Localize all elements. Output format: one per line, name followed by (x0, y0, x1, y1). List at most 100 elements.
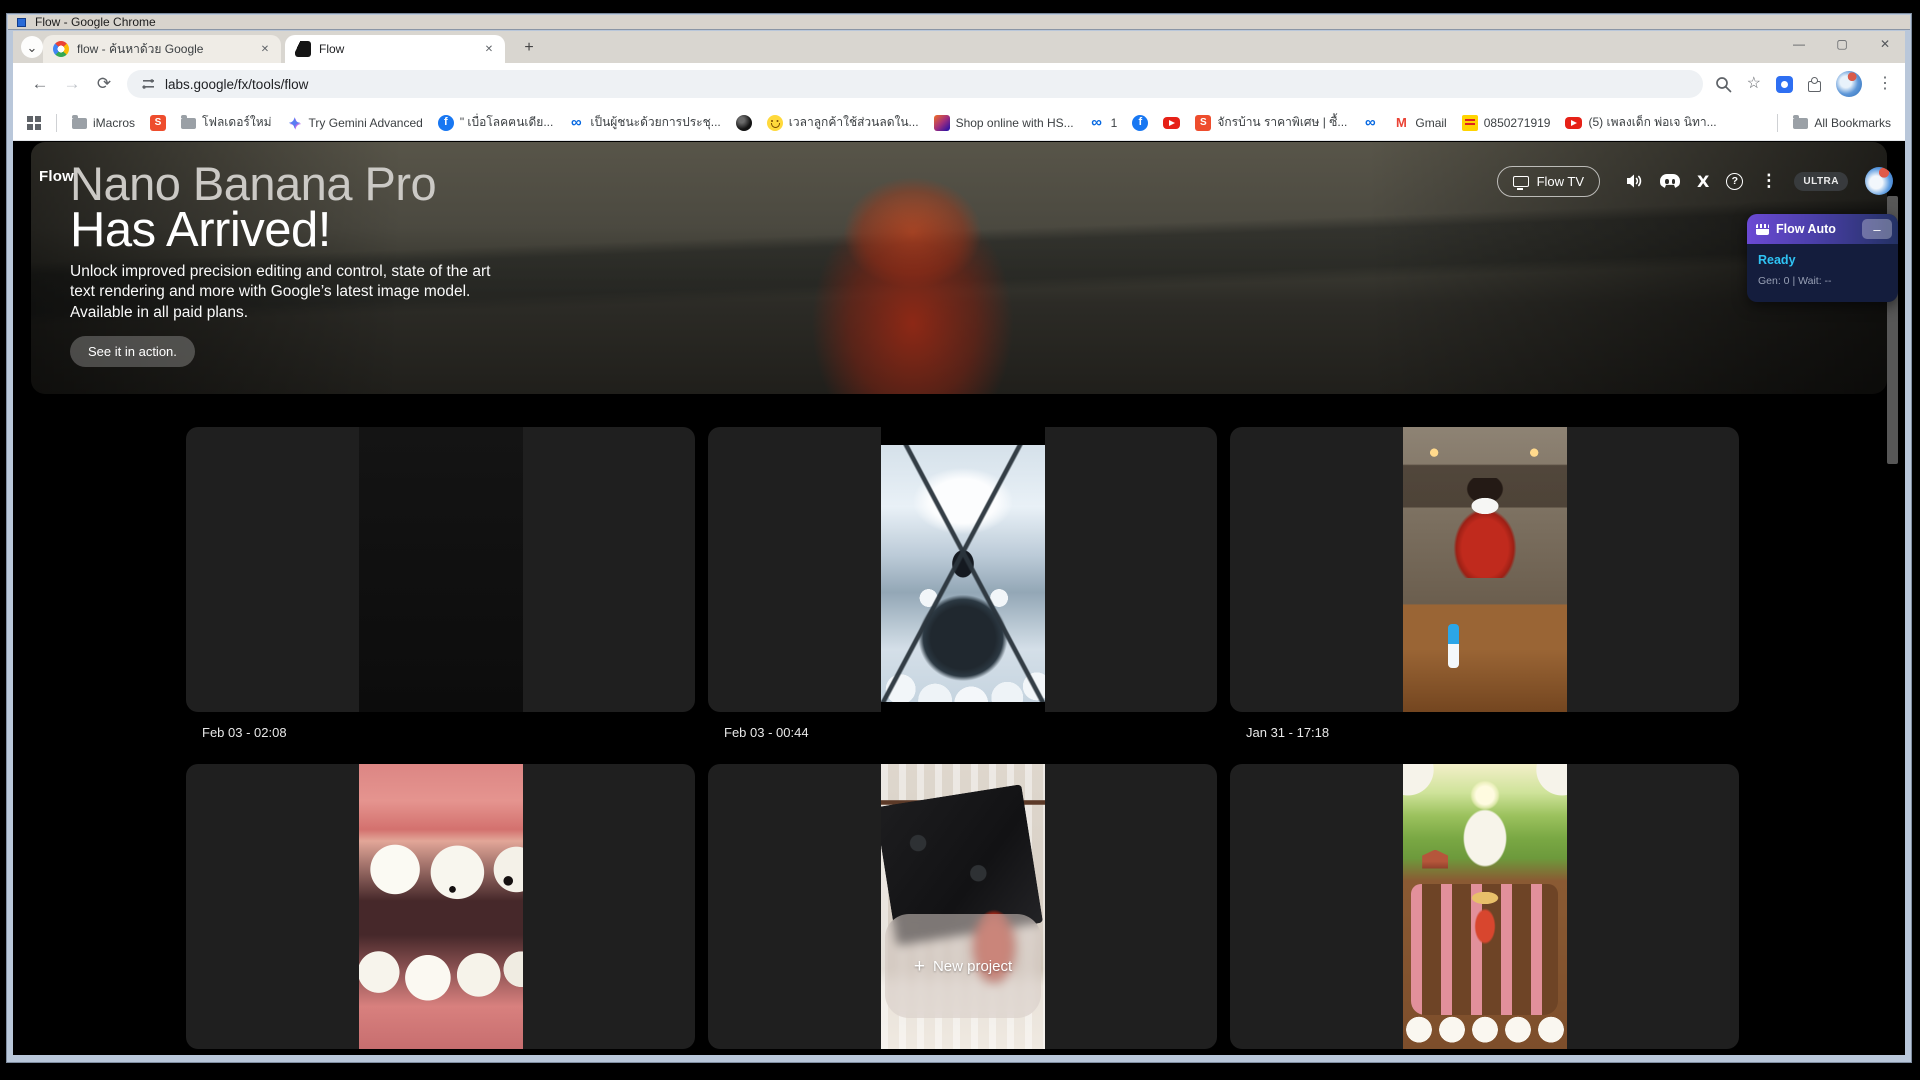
bookmark-imacros[interactable]: iMacros (72, 116, 135, 130)
clapperboard-icon (1756, 224, 1769, 235)
x-twitter-icon[interactable]: X (1697, 172, 1709, 191)
bookmark-youtube-2[interactable]: (5) เพลงเด็ก พ่อเจ นิทา... (1565, 113, 1716, 132)
reload-button[interactable]: ⟳ (89, 69, 119, 99)
bookmark-star-icon[interactable]: ☆ (1747, 76, 1761, 92)
url-text: labs.google/fx/tools/flow (165, 77, 308, 92)
discord-icon[interactable] (1660, 174, 1680, 188)
bookmark-meta-3[interactable]: ∞ (1362, 115, 1378, 131)
project-card[interactable] (1230, 427, 1739, 712)
new-project-label: New project (933, 958, 1012, 975)
project-card[interactable] (708, 427, 1217, 712)
bookmark-label: จักรบ้าน ราคาพิเศษ | ซื้... (1217, 113, 1347, 132)
meta-icon: ∞ (1362, 115, 1378, 131)
flow-tv-label: Flow TV (1537, 174, 1584, 189)
bookmark-label: 1 (1111, 116, 1118, 130)
address-bar[interactable]: labs.google/fx/tools/flow (127, 70, 1703, 98)
gemini-sparkle-icon: ✦ (287, 115, 303, 131)
flow-tv-button[interactable]: Flow TV (1497, 166, 1600, 197)
flow-auto-header: Flow Auto – (1747, 214, 1898, 244)
bookmark-label: Try Gemini Advanced (309, 116, 423, 130)
project-date: Jan 31 - 17:18 (1230, 712, 1739, 764)
project-card[interactable] (186, 427, 695, 712)
flow-auto-status: Ready (1758, 253, 1898, 267)
yellow-badge-icon (1462, 115, 1478, 131)
bookmark-gemini[interactable]: ✦ Try Gemini Advanced (287, 115, 423, 131)
bookmark-shopee-2[interactable]: S จักรบ้าน ราคาพิเศษ | ซื้... (1195, 113, 1347, 132)
bookmark-new-folder[interactable]: โฟลเดอร์ใหม่ (181, 113, 272, 132)
project-date: Feb 03 - 00:44 (708, 712, 1217, 764)
extensions-puzzle-icon[interactable] (1808, 81, 1821, 92)
bookmark-label: Gmail (1415, 116, 1446, 130)
new-tab-button[interactable]: + (518, 37, 540, 59)
tab-flow[interactable]: Flow ✕ (285, 35, 505, 63)
project-thumbnail (881, 427, 1045, 712)
bookmark-gmail[interactable]: M Gmail (1393, 115, 1446, 131)
zoom-search-icon[interactable] (1715, 76, 1732, 93)
minimize-window-icon[interactable]: — (1791, 38, 1807, 50)
bookmark-globe[interactable] (736, 115, 752, 131)
close-tab-icon[interactable]: ✕ (481, 41, 497, 57)
browser-chrome: ⌄ flow - ค้นหาด้วย Google ✕ Flow ✕ + — ▢… (13, 31, 1905, 1055)
project-thumbnail (1403, 427, 1567, 712)
tab-title: flow - ค้นหาด้วย Google (77, 40, 249, 59)
bookmark-label: " เบื่อโลคฅนเดีย... (460, 113, 554, 132)
back-button[interactable]: ← (25, 69, 55, 99)
youtube-icon (1163, 117, 1180, 129)
apps-grid-icon[interactable] (27, 116, 41, 130)
flow-logo[interactable]: Flow (39, 168, 74, 185)
lazada-icon (934, 115, 950, 131)
bookmark-lazada[interactable]: Shop online with HS... (934, 115, 1074, 131)
close-tab-icon[interactable]: ✕ (257, 41, 273, 57)
bookmark-meta-2[interactable]: ∞ 1 (1089, 115, 1118, 131)
profile-avatar[interactable] (1836, 71, 1862, 97)
chrome-menu-icon[interactable]: ⋮ (1877, 76, 1893, 92)
sound-icon[interactable] (1625, 173, 1643, 189)
facebook-icon: f (1132, 115, 1148, 131)
youtube-icon (1565, 117, 1582, 129)
maximize-window-icon[interactable]: ▢ (1834, 38, 1850, 50)
bookmark-smiley[interactable]: เวลาลูกค้าใช้ส่วนลดใน... (767, 113, 919, 132)
tab-google-search[interactable]: flow - ค้นหาด้วย Google ✕ (43, 35, 281, 63)
flow-favicon-icon (295, 41, 311, 57)
pinned-extension-icon[interactable] (1776, 76, 1793, 93)
bookmark-phone[interactable]: 0850271919 (1462, 115, 1551, 131)
more-options-icon[interactable]: ⋮ (1760, 171, 1777, 191)
see-it-in-action-button[interactable]: See it in action. (70, 336, 195, 367)
bookmark-youtube-1[interactable] (1163, 117, 1180, 129)
close-window-icon[interactable]: ✕ (1877, 38, 1893, 50)
toolbar-actions: ☆ ⋮ (1715, 71, 1895, 97)
project-card[interactable] (186, 764, 695, 1049)
new-project-button[interactable]: + New project (885, 914, 1041, 1018)
window-icon (17, 18, 26, 27)
bookmark-label: 0850271919 (1484, 116, 1551, 130)
flow-auto-panel: Flow Auto – Ready Gen: 0 | Wait: -- (1747, 214, 1898, 302)
globe-icon (736, 115, 752, 131)
window-title: Flow - Google Chrome (35, 15, 156, 29)
window-controls: — ▢ ✕ (1791, 38, 1893, 50)
meta-icon: ∞ (1089, 115, 1105, 131)
all-bookmarks-label: All Bookmarks (1814, 116, 1891, 130)
help-icon[interactable]: ? (1726, 173, 1743, 190)
all-bookmarks-button[interactable]: All Bookmarks (1793, 116, 1891, 130)
project-date: Feb 03 - 02:08 (186, 712, 695, 764)
tab-search-button[interactable]: ⌄ (21, 36, 43, 58)
smiley-icon (767, 115, 783, 131)
bookmark-meta-1[interactable]: ∞ เป็นผู้ชนะด้วยการประชุ... (568, 113, 720, 132)
facebook-icon: f (438, 115, 454, 131)
folder-icon (1793, 118, 1808, 129)
site-settings-icon[interactable] (141, 77, 155, 91)
toothpaste-shape (1448, 624, 1459, 668)
meta-icon: ∞ (568, 115, 584, 131)
bookmark-shopee[interactable]: S (150, 115, 166, 131)
top-nav: Flow TV X ? ⋮ ULTRA (1497, 165, 1893, 197)
project-card[interactable] (1230, 764, 1739, 1049)
flow-app-content: Flow Nano Banana Pro Has Arrived! Unlock… (13, 141, 1905, 1055)
bookmark-facebook-2[interactable]: f (1132, 115, 1148, 131)
plus-icon: + (914, 957, 925, 976)
user-avatar[interactable] (1865, 167, 1893, 195)
bookmark-facebook-1[interactable]: f " เบื่อโลคฅนเดีย... (438, 113, 554, 132)
hero-title-line2: Has Arrived! (70, 202, 331, 258)
folder-icon (72, 118, 87, 129)
forward-button[interactable]: → (57, 69, 87, 99)
minimize-panel-button[interactable]: – (1862, 219, 1892, 239)
